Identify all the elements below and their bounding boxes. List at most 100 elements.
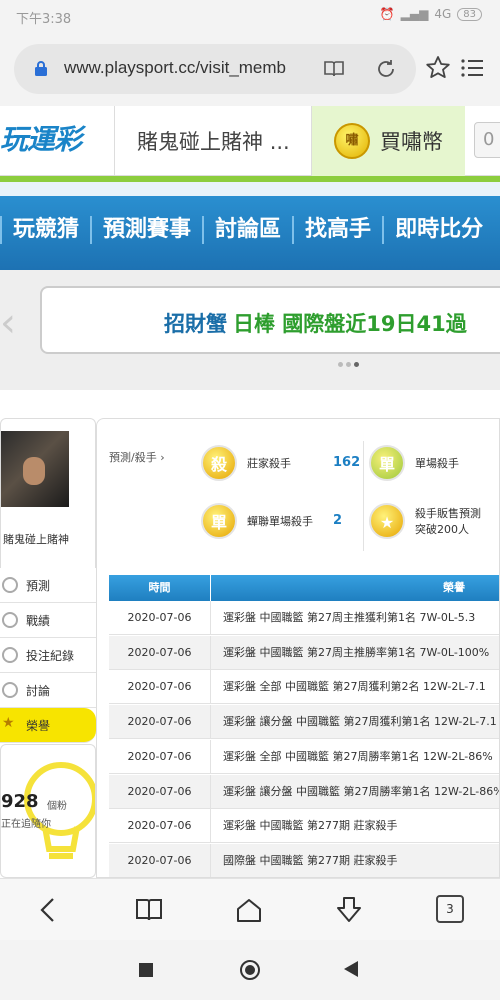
chevron-left-icon[interactable]: ‹ — [0, 300, 16, 346]
table-row: 2020-07-06 運彩盤 中國職籃 第277期 莊家殺手 — [109, 809, 499, 844]
tabs-count-button[interactable]: 3 — [436, 895, 464, 923]
network-type: 4G — [434, 7, 452, 21]
carousel-dots — [338, 362, 359, 367]
lock-icon — [35, 61, 47, 76]
tab-coin-balance[interactable]: 0 — [474, 122, 500, 158]
col-time-header: 時間 — [109, 575, 211, 601]
badge-label: 莊家殺手 — [247, 457, 291, 470]
nav-item[interactable]: 玩競猜 — [0, 216, 90, 244]
nav-items: 玩競猜 預測賽事 討論區 找高手 即時比分 — [0, 216, 494, 244]
row-honor: 運彩盤 全部 中國職籃 第27周勝率第1名 12W-2L-86% — [223, 749, 493, 763]
star-icon: ★ — [2, 715, 15, 731]
nav-item[interactable]: 即時比分 — [382, 216, 494, 244]
signal-icon: ▂▄▆ — [400, 7, 429, 21]
back-icon[interactable] — [34, 895, 64, 925]
reader-mode-icon[interactable] — [322, 57, 346, 81]
refresh-icon[interactable] — [374, 57, 398, 81]
table-row: 2020-07-06 運彩盤 讓分盤 中國職籃 第27周獲利第1名 12W-2L-… — [109, 705, 499, 740]
badge-single-killer[interactable]: 單 單場殺手 — [369, 445, 459, 481]
bookmarks-icon[interactable] — [134, 895, 164, 925]
table-row: 2020-07-06 運彩盤 全部 中國職籃 第27周勝率第1名 12W-2L-8… — [109, 739, 499, 774]
honor-panel: 預測/殺手 › 殺 莊家殺手 162 單 單場殺手 單 蟬聯單場殺手 2 ★ 殺… — [96, 418, 500, 878]
carousel-dot-active[interactable] — [354, 362, 359, 367]
battery-icon: 83 — [457, 7, 482, 21]
browser-bottom-toolbar: 3 — [0, 878, 500, 940]
tab-user[interactable]: 賭鬼碰上賭神 ... — [114, 106, 310, 176]
chart-icon — [2, 612, 18, 628]
bookmark-star-icon[interactable] — [424, 54, 452, 82]
site-logo[interactable]: 玩運彩 — [0, 118, 100, 162]
profile-sidebar: 賭鬼碰上賭神 預測 戰績 投注紀錄 討論 ★ 榮譽 928 個粉 正在追隨你 — [0, 418, 96, 878]
home-icon[interactable] — [234, 895, 264, 925]
banner-text: 招財蟹 日棒 國際盤近19日41過 — [164, 308, 467, 338]
banner-rest: 日棒 國際盤近19日41過 — [233, 312, 467, 336]
fans-box: 928 個粉 正在追隨你 — [0, 744, 96, 878]
col-honor-header: 榮譽 — [443, 581, 465, 594]
carousel-dot[interactable] — [346, 362, 351, 367]
profile-menu-item[interactable]: 戰績 — [0, 603, 96, 638]
fans-count: 928 — [1, 791, 39, 812]
row-date: 2020-07-06 — [109, 774, 211, 809]
badge-consecutive-single-killer[interactable]: 單 蟬聯單場殺手 — [201, 503, 313, 539]
badge-value: 162 — [333, 455, 361, 470]
profile-menu-item[interactable]: 預測 — [0, 568, 96, 603]
download-icon[interactable] — [334, 895, 364, 925]
profile-menu-label: 預測 — [26, 579, 51, 593]
row-honor: 運彩盤 讓分盤 中國職籃 第27周獲利第1名 12W-2L-7.1 — [223, 715, 497, 729]
profile-menu: 預測戰績投注紀錄討論 ★ 榮譽 — [0, 568, 96, 743]
row-honor: 運彩盤 中國職籃 第277期 莊家殺手 — [223, 819, 398, 833]
profile-menu-label: 投注紀錄 — [26, 649, 75, 663]
table-header: 時間 榮譽 — [109, 575, 499, 601]
badge-value: 2 — [333, 513, 343, 528]
nav-item[interactable]: 預測賽事 — [90, 216, 202, 244]
banner-area: ‹ 招財蟹 日棒 國際盤近19日41過 — [0, 270, 500, 390]
badge-label-line2: 突破200人 — [415, 523, 469, 536]
status-bar: 下午3:38 ⏰ ▂▄▆ 4G 83 — [0, 0, 500, 32]
profile-menu-label: 討論 — [26, 684, 51, 698]
avatar[interactable] — [1, 431, 69, 507]
back-triangle-icon[interactable] — [342, 960, 360, 978]
row-honor: 運彩盤 中國職籃 第27周主推勝率第1名 7W-0L-100% — [223, 645, 490, 659]
badge-label-line1: 殺手販售預測 — [415, 507, 481, 520]
badge-label: 殺手販售預測 突破200人 — [415, 505, 481, 537]
single-killer-icon: 單 — [369, 445, 405, 481]
row-honor: 運彩盤 全部 中國職籃 第27周獲利第2名 12W-2L-7.1 — [223, 680, 486, 694]
row-honor: 運彩盤 讓分盤 中國職籃 第27周勝率第1名 12W-2L-86% — [223, 784, 500, 798]
row-date: 2020-07-06 — [109, 705, 211, 740]
profile-menu-item[interactable]: 討論 — [0, 673, 96, 708]
avatar-face — [23, 457, 45, 485]
url-text[interactable]: www.playsport.cc/visit_memb — [64, 58, 314, 78]
nav-item[interactable]: 找高手 — [292, 216, 382, 244]
tab-user-more: ... — [269, 130, 290, 154]
row-date: 2020-07-06 — [109, 670, 211, 705]
carousel-dot[interactable] — [338, 362, 343, 367]
profile-menu-item[interactable]: ★ 榮譽 — [0, 708, 96, 743]
alarm-icon: ⏰ — [379, 7, 395, 21]
recents-icon[interactable] — [139, 963, 153, 977]
main-nav: 玩競猜 預測賽事 討論區 找高手 即時比分 — [0, 182, 500, 270]
home-circle-icon[interactable] — [240, 960, 260, 980]
badge-banker-killer[interactable]: 殺 莊家殺手 — [201, 445, 291, 481]
tab-buy-coins[interactable]: 嘯 買嘯幣 — [311, 106, 465, 176]
system-nav-bar — [0, 940, 500, 1000]
breadcrumb[interactable]: 預測/殺手 › — [109, 449, 165, 465]
table-row: 2020-07-06 運彩盤 中國職籃 第27周主推勝率第1名 7W-0L-100… — [109, 635, 499, 670]
tab-buy-label: 買嘯幣 — [380, 130, 443, 154]
banner-name: 招財蟹 — [164, 312, 227, 336]
address-bar[interactable]: www.playsport.cc/visit_memb — [14, 44, 416, 94]
record-icon — [2, 647, 18, 663]
profile-menu-label: 戰績 — [26, 614, 51, 628]
promo-banner[interactable]: 招財蟹 日棒 國際盤近19日41過 — [40, 286, 500, 354]
menu-list-icon[interactable] — [458, 54, 486, 82]
row-honor: 運彩盤 中國職籃 第27周主推獲利第1名 7W-0L-5.3 — [223, 611, 476, 624]
badge-label: 單場殺手 — [415, 457, 459, 470]
table-row: 2020-07-06 運彩盤 讓分盤 中國職籃 第27周勝率第1名 12W-2L-… — [109, 774, 500, 809]
badge-sales-200[interactable]: ★ 殺手販售預測 突破200人 — [369, 503, 481, 539]
profile-menu-item[interactable]: 投注紀錄 — [0, 638, 96, 673]
nav-item[interactable]: 討論區 — [202, 216, 292, 244]
badge-divider — [363, 441, 364, 551]
chat-icon — [2, 682, 18, 698]
fans-unit: 個粉 — [47, 801, 67, 812]
home-circle-dot — [245, 965, 255, 975]
lightbulb-icon — [24, 762, 95, 859]
